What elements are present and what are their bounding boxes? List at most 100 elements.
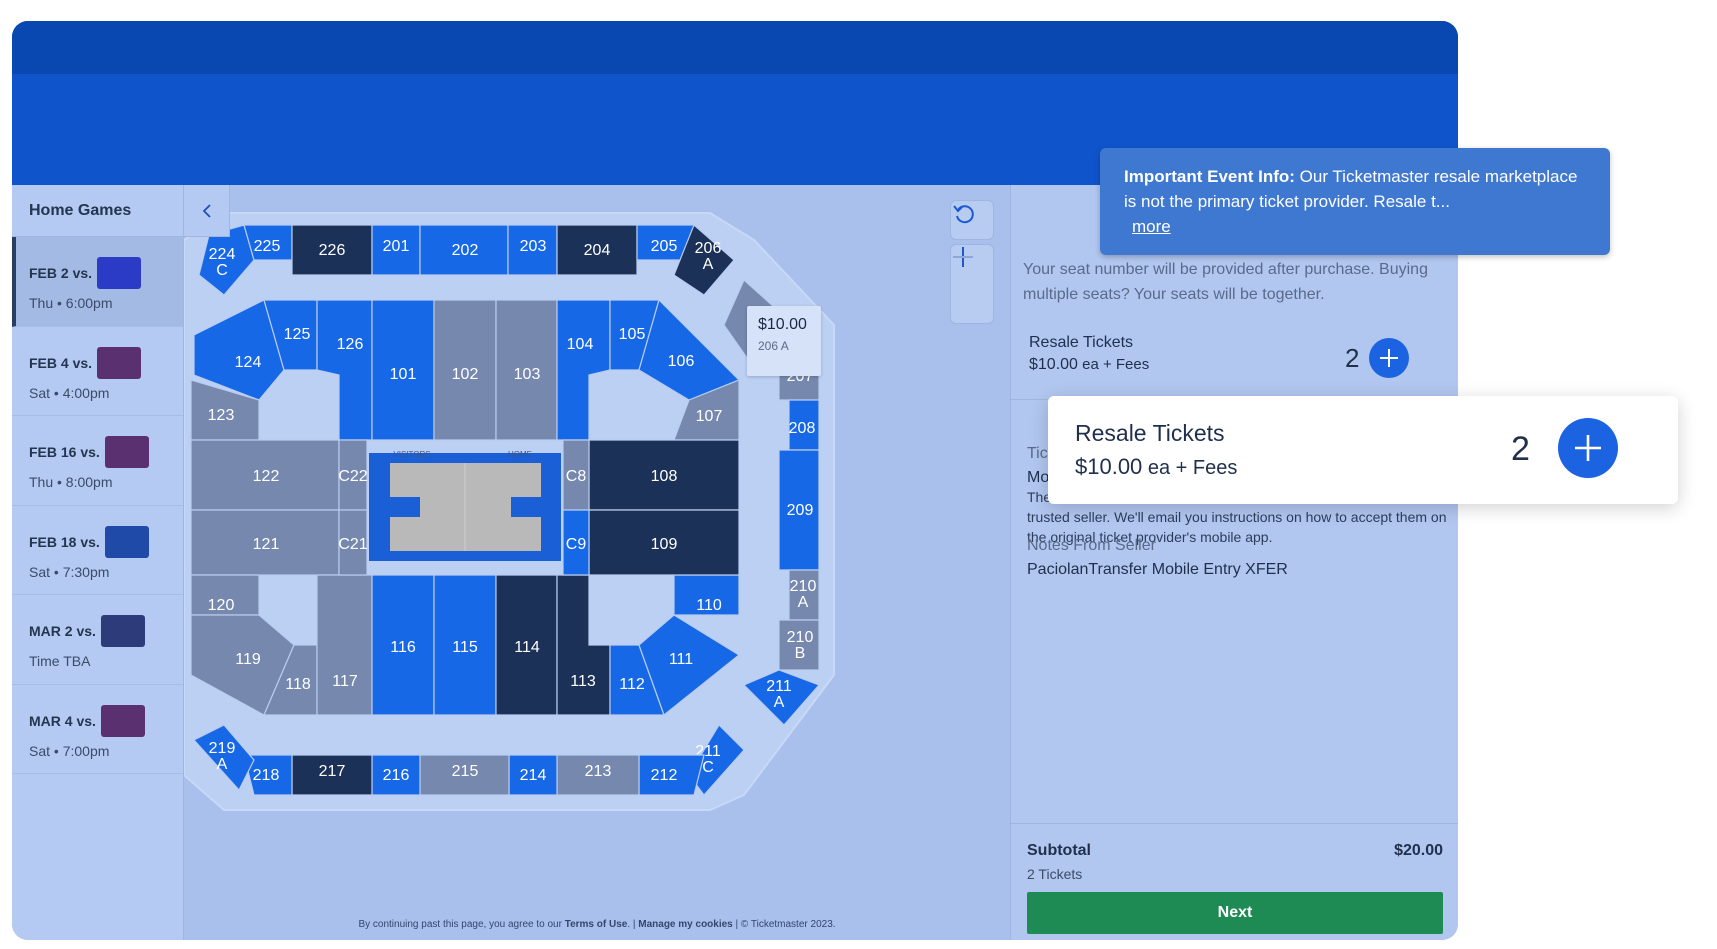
section-label: 224 [209,246,236,263]
game-title: FEB 18 vs. [29,525,183,558]
game-item[interactable]: FEB 2 vs. Thu • 6:00pm [12,237,183,327]
zoom-quantity: 2 [1511,430,1530,468]
section[interactable]: C9 [562,509,590,576]
collapse-sidebar-button[interactable] [184,185,230,237]
section-label: 113 [570,673,596,690]
section-label: 123 [208,407,235,424]
manage-cookies-link[interactable]: Manage my cookies [638,919,732,930]
section-label: 214 [520,767,547,784]
chevron-left-icon [202,203,211,218]
section-label: C [702,759,714,776]
section-label: 104 [567,336,594,353]
section[interactable]: 226 [291,224,373,276]
minus-icon [953,256,973,258]
section[interactable]: 110 [673,574,740,616]
section[interactable]: 201 [371,224,421,276]
opponent-thumbnail [100,615,145,647]
section[interactable]: 103 [495,299,558,441]
section-label: 206 [695,240,722,257]
ticket-quantity: 2 [1345,343,1360,373]
game-title: FEB 2 vs. [29,257,183,289]
section[interactable]: 212 [638,754,705,796]
section-label: 211 [766,678,792,695]
seat-map-svg[interactable]: 224C225226201202203204205206A206C2072082… [184,185,1010,940]
opponent-thumbnail [104,436,149,468]
section[interactable]: C8 [562,439,590,511]
game-item[interactable]: FEB 18 vs. Sat • 7:30pm [12,506,183,595]
section-label: 201 [383,238,410,255]
home-games-sidebar: Home Games FEB 2 vs. Thu • 6:00pm FEB 4 vs… [12,185,184,940]
section-label: 108 [651,468,678,485]
section[interactable]: 214 [508,754,558,796]
court-key-right [511,497,541,517]
section[interactable]: 117 [316,574,373,716]
notes-label: Notes From Seller [1027,537,1156,554]
section-label: A [774,694,785,711]
section[interactable]: 208 [788,399,820,451]
game-item[interactable]: MAR 4 vs. Sat • 7:00pm [12,685,183,774]
section[interactable]: 202 [419,224,509,276]
section-label: C21 [338,536,367,553]
reset-view-button[interactable] [950,200,994,240]
section[interactable]: 116 [371,574,435,716]
section[interactable]: 213 [556,754,640,796]
section[interactable]: 209 [778,449,820,571]
game-date: FEB 4 vs. [29,354,93,371]
game-item[interactable]: FEB 16 vs. Thu • 8:00pm [12,416,183,506]
section[interactable]: 102 [433,299,497,441]
game-title: MAR 2 vs. [29,615,183,647]
section[interactable]: C21 [338,509,368,576]
section-label: 219 [209,740,236,757]
more-link[interactable]: more [1132,217,1171,236]
next-button[interactable]: Next [1027,892,1443,934]
section[interactable]: 215 [419,754,510,796]
section-label: 215 [452,763,479,780]
section[interactable]: 108 [588,439,740,511]
section-label: 122 [253,468,280,485]
footer-suffix: | © Ticketmaster 2023. [732,919,836,930]
subtotal-label: Subtotal [1027,842,1091,859]
section-label: 107 [696,408,723,425]
game-time: Sat • 7:00pm [29,742,110,759]
section[interactable]: 210B [778,619,820,671]
section-label: 125 [284,326,311,343]
section[interactable]: C22 [338,439,368,511]
section-label: 217 [319,763,346,780]
section-shape[interactable] [316,574,373,716]
section[interactable]: 121 [190,509,340,576]
section-label: C8 [566,468,587,485]
zoom-controls [950,244,994,324]
add-ticket-button[interactable] [1369,338,1409,378]
game-time: Thu • 6:00pm [29,295,113,311]
games-list: FEB 2 vs. Thu • 6:00pm FEB 4 vs. Sat • 4:00… [12,237,183,774]
section[interactable]: 115 [433,574,497,716]
zoom-add-ticket-button[interactable] [1558,418,1618,478]
header-strip [12,21,1458,74]
section-label: 121 [253,536,280,553]
section-label: 115 [452,639,478,656]
game-title: MAR 4 vs. [29,704,183,737]
basketball-court: VISITORS HOME [369,450,561,561]
section[interactable]: 204 [556,224,638,276]
opponent-thumbnail [97,346,142,379]
game-item[interactable]: MAR 2 vs. Time TBA [12,595,183,685]
section[interactable]: 203 [507,224,558,276]
banner-title: Important Event Info: [1124,167,1295,186]
game-date: FEB 2 vs. [29,265,93,281]
section[interactable]: 109 [588,509,740,576]
legal-footer: By continuing past this page, you agree … [184,919,1010,930]
section[interactable]: 122 [190,439,340,511]
section[interactable]: 114 [495,574,558,716]
game-item[interactable]: FEB 4 vs. Sat • 4:00pm [12,327,183,416]
game-date: MAR 2 vs. [29,623,96,639]
section-label: 110 [696,597,722,614]
section[interactable]: 216 [371,754,421,796]
section[interactable]: 120 [190,574,260,616]
seat-map[interactable]: 224C225226201202203204205206A206C2072082… [184,185,1010,940]
section[interactable]: 217 [291,754,373,796]
section[interactable]: 210A [788,569,820,621]
terms-link[interactable]: Terms of Use [565,919,628,930]
section[interactable]: 101 [371,299,435,441]
reset-icon [953,205,974,224]
zoom-price: $10.00 ea + Fees [1075,454,1237,480]
